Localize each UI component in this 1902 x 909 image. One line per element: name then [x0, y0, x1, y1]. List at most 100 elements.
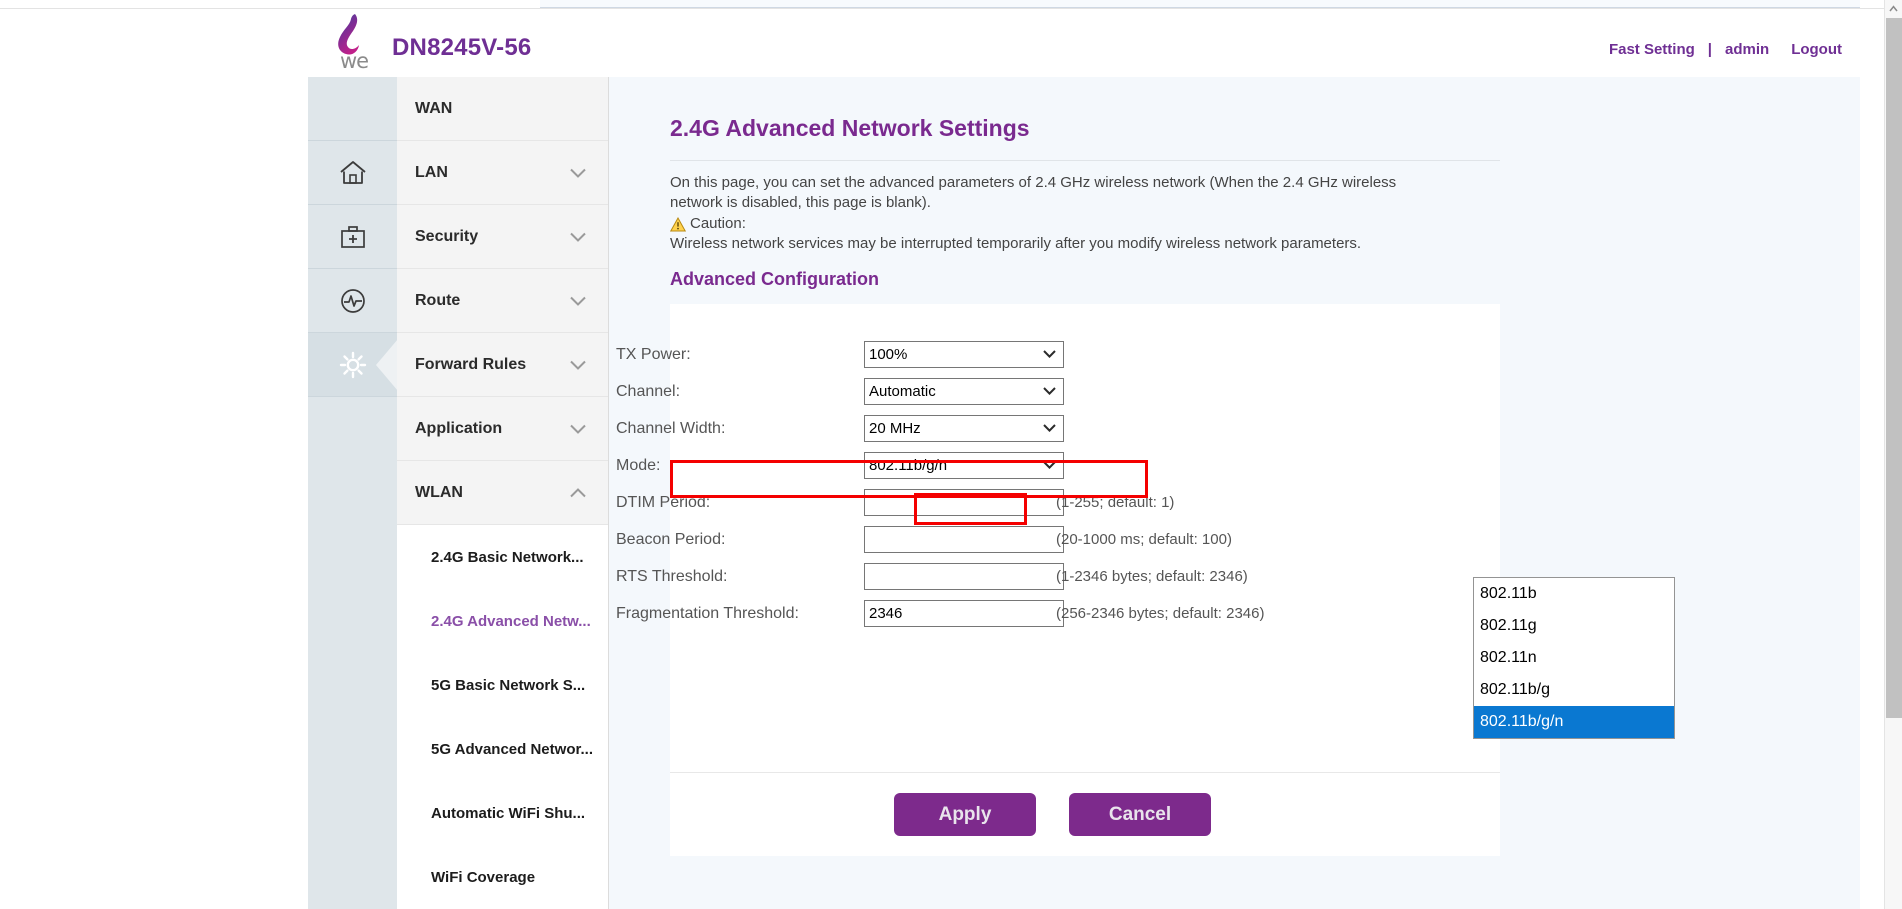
- header-nav: Fast Setting | admin Logout: [1609, 41, 1842, 58]
- beacon-period-control: [864, 526, 1064, 553]
- mode-option-1[interactable]: 802.11g: [1474, 610, 1674, 642]
- menu-item-application[interactable]: Application: [397, 397, 608, 461]
- chevron-down-icon: [570, 360, 586, 370]
- page-title: 2.4G Advanced Network Settings: [670, 115, 1030, 141]
- menu-item-label: Security: [415, 227, 479, 245]
- mode-control: 802.11b/g/n: [864, 452, 1064, 479]
- menu-item-security[interactable]: Security: [397, 205, 608, 269]
- scrollbar-up-arrow[interactable]: [1885, 0, 1902, 17]
- page-brand-title: DN8245V-56: [392, 34, 532, 61]
- gear-icon: [339, 351, 366, 378]
- caution-text: Wireless network services may be interru…: [670, 235, 1362, 252]
- menu-item-label: Application: [415, 419, 503, 437]
- caution-label: Caution:: [690, 215, 746, 232]
- chevron-up-icon: [570, 487, 586, 497]
- menu-item-wlan[interactable]: WLAN: [397, 461, 608, 525]
- menu-list: WAN LAN Security Route Forward Rules Applicat…: [397, 77, 608, 525]
- rail-item-home[interactable]: [308, 141, 397, 205]
- menu-item-route[interactable]: Route: [397, 269, 608, 333]
- we-logo: we: [318, 9, 390, 77]
- description-line-1: On this page, you can set the advanced p…: [670, 174, 1397, 191]
- nav-separator: |: [1707, 41, 1712, 58]
- rail-active-pointer: [376, 339, 398, 391]
- mode-label: Mode:: [616, 456, 661, 474]
- page-description: On this page, you can set the advanced p…: [670, 173, 1470, 254]
- tx-power-select-wrap[interactable]: 100%: [864, 341, 1064, 368]
- scrollbar-thumb[interactable]: [1886, 18, 1902, 718]
- submenu-item-3[interactable]: 5G Advanced Networ...: [397, 717, 608, 781]
- first-aid-kit-icon: [340, 225, 365, 248]
- submenu-item-4[interactable]: Automatic WiFi Shu...: [397, 781, 608, 845]
- dtim-period-control: [864, 489, 1064, 516]
- rail-item-diagnostics[interactable]: [308, 269, 397, 333]
- menu-item-forward-rules[interactable]: Forward Rules: [397, 333, 608, 397]
- submenu-item-5[interactable]: WiFi Coverage: [397, 845, 608, 909]
- menu-item-wan[interactable]: WAN: [397, 77, 608, 141]
- submenu-item-0[interactable]: 2.4G Basic Network...: [397, 525, 608, 589]
- title-divider: [670, 160, 1500, 161]
- chevron-up-icon: [1889, 5, 1898, 12]
- rts-threshold-control: [864, 563, 1064, 590]
- menu-item-label: WAN: [415, 99, 453, 117]
- channel-width-control: 20 MHz: [864, 415, 1064, 442]
- channel-width-select-wrap[interactable]: 20 MHz: [864, 415, 1064, 442]
- fragmentation-threshold-input[interactable]: [864, 600, 1064, 627]
- beacon-period-label: Beacon Period:: [616, 530, 726, 548]
- mode-option-3[interactable]: 802.11b/g: [1474, 674, 1674, 706]
- content-area: 2.4G Advanced Network Settings On this p…: [609, 77, 1860, 909]
- submenu-item-label: 5G Basic Network S...: [431, 676, 586, 694]
- mode-option-0[interactable]: 802.11b: [1474, 578, 1674, 610]
- fragmentation-threshold-hint: (256-2346 bytes; default: 2346): [1056, 605, 1265, 622]
- caution-row: Caution:: [670, 214, 1470, 234]
- rts-threshold-hint: (1-2346 bytes; default: 2346): [1056, 568, 1248, 585]
- fast-setting-link[interactable]: Fast Setting: [1609, 41, 1695, 58]
- chevron-down-icon: [570, 424, 586, 434]
- mode-option-4[interactable]: 802.11b/g/n: [1474, 706, 1674, 738]
- logout-link[interactable]: Logout: [1791, 41, 1842, 58]
- chevron-down-icon: [570, 296, 586, 306]
- apply-button[interactable]: Apply: [894, 793, 1036, 836]
- submenu-item-label: 2.4G Advanced Netw...: [431, 612, 591, 630]
- tx-power-control: 100%: [864, 341, 1064, 368]
- tx-power-label: TX Power:: [616, 345, 691, 363]
- fragmentation-threshold-label: Fragmentation Threshold:: [616, 604, 799, 622]
- fragmentation-threshold-control: [864, 600, 1064, 627]
- mode-dropdown-popup[interactable]: 802.11b 802.11g 802.11n 802.11b/g 802.11b/g/…: [1473, 577, 1675, 739]
- rts-threshold-input[interactable]: [864, 563, 1064, 590]
- submenu-item-2[interactable]: 5G Basic Network S...: [397, 653, 608, 717]
- admin-user-link[interactable]: admin: [1725, 41, 1769, 58]
- submenu-item-1[interactable]: 2.4G Advanced Netw...: [397, 589, 608, 653]
- cancel-button[interactable]: Cancel: [1069, 793, 1211, 836]
- page-scrollbar[interactable]: [1884, 0, 1902, 909]
- sidebar-menu: WAN LAN Security Route Forward Rules Applicat…: [397, 77, 609, 909]
- router-admin-page: we DN8245V-56 Fast Setting | admin Logou…: [0, 0, 1902, 909]
- menu-item-lan[interactable]: LAN: [397, 141, 608, 205]
- form-card-footer: Apply Cancel: [670, 772, 1500, 856]
- rail-item-maintenance[interactable]: [308, 205, 397, 269]
- channel-label: Channel:: [616, 382, 681, 400]
- channel-select-wrap[interactable]: Automatic: [864, 378, 1064, 405]
- menu-item-label: LAN: [415, 163, 448, 181]
- menu-item-label: WLAN: [415, 483, 463, 501]
- dtim-period-hint: (1-255; default: 1): [1056, 494, 1175, 511]
- mode-option-2[interactable]: 802.11n: [1474, 642, 1674, 674]
- dtim-period-input[interactable]: [864, 489, 1064, 516]
- rail-item-settings[interactable]: [308, 333, 398, 397]
- description-line-2: network is disabled, this page is blank)…: [670, 194, 931, 211]
- channel-width-label: Channel Width:: [616, 419, 726, 437]
- tx-power-select[interactable]: 100%: [864, 341, 1064, 368]
- rts-threshold-label: RTS Threshold:: [616, 567, 728, 585]
- browser-tab-strip: [540, 0, 1860, 8]
- beacon-period-input[interactable]: [864, 526, 1064, 553]
- channel-select[interactable]: Automatic: [864, 378, 1064, 405]
- submenu-item-label: 2.4G Basic Network...: [431, 548, 584, 566]
- rail-item-filler: [308, 397, 397, 897]
- rail-item-blank: [308, 77, 397, 141]
- icon-rail: [308, 77, 398, 909]
- mode-select[interactable]: 802.11b/g/n: [864, 452, 1064, 479]
- wlan-submenu: 2.4G Basic Network... 2.4G Advanced Netw.…: [397, 525, 608, 909]
- channel-width-select[interactable]: 20 MHz: [864, 415, 1064, 442]
- submenu-item-label: Automatic WiFi Shu...: [431, 804, 586, 822]
- page-header: we DN8245V-56 Fast Setting | admin Logou…: [0, 9, 1884, 77]
- mode-select-wrap[interactable]: 802.11b/g/n: [864, 452, 1064, 479]
